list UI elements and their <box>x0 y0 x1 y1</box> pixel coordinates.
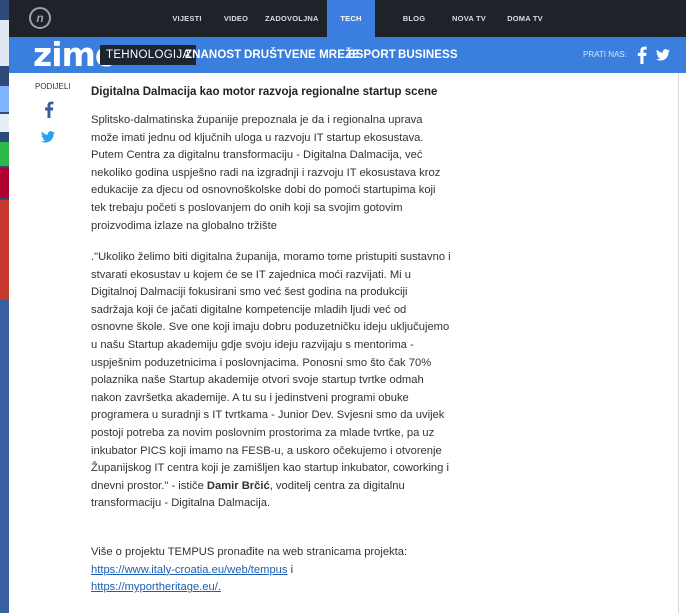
desktop-icon[interactable] <box>0 168 9 198</box>
section-tab-label: TEHNOLOGIJA <box>100 45 197 65</box>
share-facebook-icon[interactable] <box>44 101 54 118</box>
section-tab-tehnologija[interactable]: TEHNOLOGIJA <box>100 37 197 73</box>
myportheritage-link[interactable]: https://myportheritage.eu/. <box>91 581 221 593</box>
share-twitter-icon[interactable] <box>41 131 55 143</box>
content-divider <box>678 73 679 613</box>
links-separator: i <box>287 563 294 576</box>
links-intro-text: Više o projektu TEMPUS pronađite na web … <box>91 546 408 558</box>
topnav-item-video[interactable]: VIDEO <box>221 0 251 37</box>
section-nav: zimo TEHNOLOGIJA ZNANOST DRUŠTVENE MREŽE… <box>9 37 686 73</box>
topnav-item-nova-tv[interactable]: NOVA TV <box>449 0 489 37</box>
share-label: PODIJELI <box>35 82 71 91</box>
browser-viewport: n VIJESTI VIDEO ZADOVOLJNA TECH BLOG NOV… <box>9 0 686 613</box>
topnav-item-doma-tv[interactable]: DOMA TV <box>505 0 545 37</box>
article-body: Digitalna Dalmacija kao motor razvoja re… <box>91 84 451 593</box>
desktop-icon[interactable] <box>0 86 9 112</box>
desktop-wallpaper <box>0 300 9 613</box>
topnav-item-zadovoljna[interactable]: ZADOVOLJNA <box>265 0 318 37</box>
topnav-item-tech[interactable]: TECH <box>327 0 375 37</box>
quoted-person-name: Damir Brčić <box>206 479 270 492</box>
tempus-project-link[interactable]: https://www.italy-croatia.eu/web/tempus <box>91 564 288 576</box>
network-logo-icon[interactable]: n <box>29 7 51 29</box>
desktop-icon[interactable] <box>0 142 9 166</box>
quote-text: ."Ukoliko želimo biti digitalna županija… <box>91 251 451 492</box>
desktop-icon[interactable] <box>0 114 9 132</box>
topnav-item-vijesti[interactable]: VIJESTI <box>167 0 207 37</box>
article-paragraph-quote: ."Ukoliko želimo biti digitalna županija… <box>91 249 451 513</box>
facebook-icon[interactable] <box>637 46 647 64</box>
desktop-wallpaper <box>0 200 9 300</box>
twitter-icon[interactable] <box>656 48 670 62</box>
follow-us-label: PRATI NAS: <box>583 50 627 59</box>
topnav-item-blog[interactable]: BLOG <box>399 0 429 37</box>
desktop-icon[interactable] <box>0 20 9 66</box>
article-paragraph: Splitsko-dalmatinska županije prepoznala… <box>91 114 441 232</box>
article-subheading: Digitalna Dalmacija kao motor razvoja re… <box>91 86 438 98</box>
network-top-nav: n VIJESTI VIDEO ZADOVOLJNA TECH BLOG NOV… <box>9 0 686 37</box>
section-tab-business[interactable]: BUSINESS <box>398 37 458 73</box>
article-paragraph-links: Više o projektu TEMPUS pronađite na web … <box>91 544 451 597</box>
section-tab-drustvene-mreze[interactable]: DRUŠTVENE MREŽE <box>244 37 360 73</box>
section-tab-znanost[interactable]: ZNANOST <box>185 37 241 73</box>
desktop-background-strip <box>0 0 9 613</box>
section-tab-esport[interactable]: ESPORT <box>348 37 396 73</box>
